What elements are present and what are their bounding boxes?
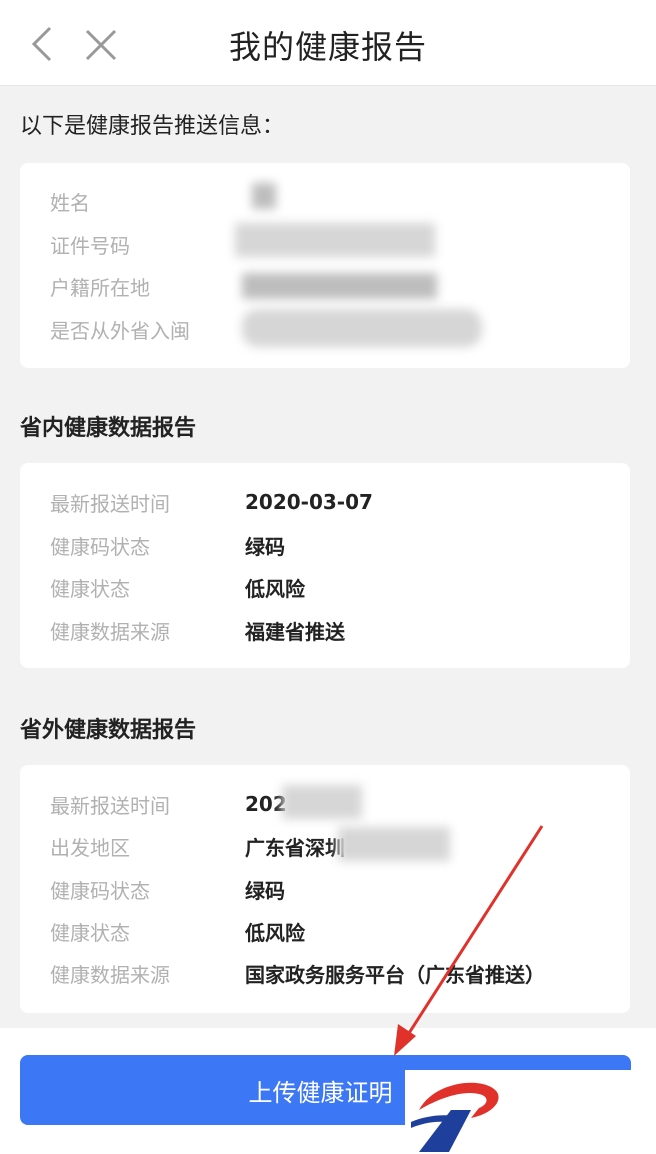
nav-bar: 我的健康报告 xyxy=(0,0,656,86)
report-value: 2020-03-07 xyxy=(245,490,373,514)
logo-icon xyxy=(411,1082,499,1152)
outside-report-card: 最新报送时间 202 出发地区 广东省深圳 健康码状态 绿码 健康状态 低风险 … xyxy=(20,765,630,1013)
redacted-from-outside xyxy=(242,309,482,347)
report-label: 健康码状态 xyxy=(50,878,150,903)
info-row-id: 证件号码 xyxy=(50,229,245,259)
report-label: 健康状态 xyxy=(50,920,130,945)
report-row: 健康码状态 绿码 xyxy=(50,530,285,560)
report-row: 健康状态 低风险 xyxy=(50,916,305,946)
report-row: 健康数据来源 国家政务服务平台（广东省推送） xyxy=(50,958,545,988)
redacted-region xyxy=(338,827,450,861)
report-row: 最新报送时间 202 xyxy=(50,789,287,819)
section-title-outside: 省外健康数据报告 xyxy=(20,718,197,743)
info-label: 是否从外省入闽 xyxy=(50,318,190,343)
report-value: 绿码 xyxy=(245,878,285,903)
report-label: 最新报送时间 xyxy=(50,491,170,516)
report-value: 202 xyxy=(245,792,287,816)
redacted-name xyxy=(252,183,276,209)
report-row: 健康状态 低风险 xyxy=(50,572,305,602)
report-label: 健康数据来源 xyxy=(50,619,170,644)
watermark-logo xyxy=(405,1070,656,1154)
section-title-province: 省内健康数据报告 xyxy=(20,416,197,441)
report-row: 最新报送时间 2020-03-07 xyxy=(50,487,373,517)
info-row-hometown: 户籍所在地 xyxy=(50,271,245,301)
report-row: 健康码状态 绿码 xyxy=(50,874,285,904)
province-report-card: 最新报送时间 2020-03-07 健康码状态 绿码 健康状态 低风险 健康数据… xyxy=(20,463,630,668)
report-value: 低风险 xyxy=(245,920,305,945)
redacted-hometown xyxy=(242,273,437,299)
info-row-name: 姓名 xyxy=(50,186,245,216)
info-label: 证件号码 xyxy=(50,233,130,258)
info-row-from-outside: 是否从外省入闽 xyxy=(50,314,245,344)
report-label: 出发地区 xyxy=(50,835,130,860)
report-value: 广东省深圳 xyxy=(245,835,345,860)
report-value: 国家政务服务平台（广东省推送） xyxy=(245,962,545,987)
redacted-id xyxy=(235,223,435,257)
report-label: 健康状态 xyxy=(50,576,130,601)
report-label: 健康码状态 xyxy=(50,534,150,559)
info-label: 姓名 xyxy=(50,190,90,215)
personal-info-card: 姓名 证件号码 户籍所在地 是否从外省入闽 xyxy=(20,163,630,368)
report-row: 出发地区 广东省深圳 xyxy=(50,831,345,861)
report-label: 最新报送时间 xyxy=(50,793,170,818)
report-value: 低风险 xyxy=(245,576,305,601)
info-label: 户籍所在地 xyxy=(50,275,150,300)
report-value: 绿码 xyxy=(245,534,285,559)
report-label: 健康数据来源 xyxy=(50,962,170,987)
intro-text: 以下是健康报告推送信息： xyxy=(20,114,285,139)
page-title: 我的健康报告 xyxy=(228,28,427,66)
report-row: 健康数据来源 福建省推送 xyxy=(50,615,345,645)
redacted-date xyxy=(282,785,362,819)
report-value: 福建省推送 xyxy=(245,619,345,644)
